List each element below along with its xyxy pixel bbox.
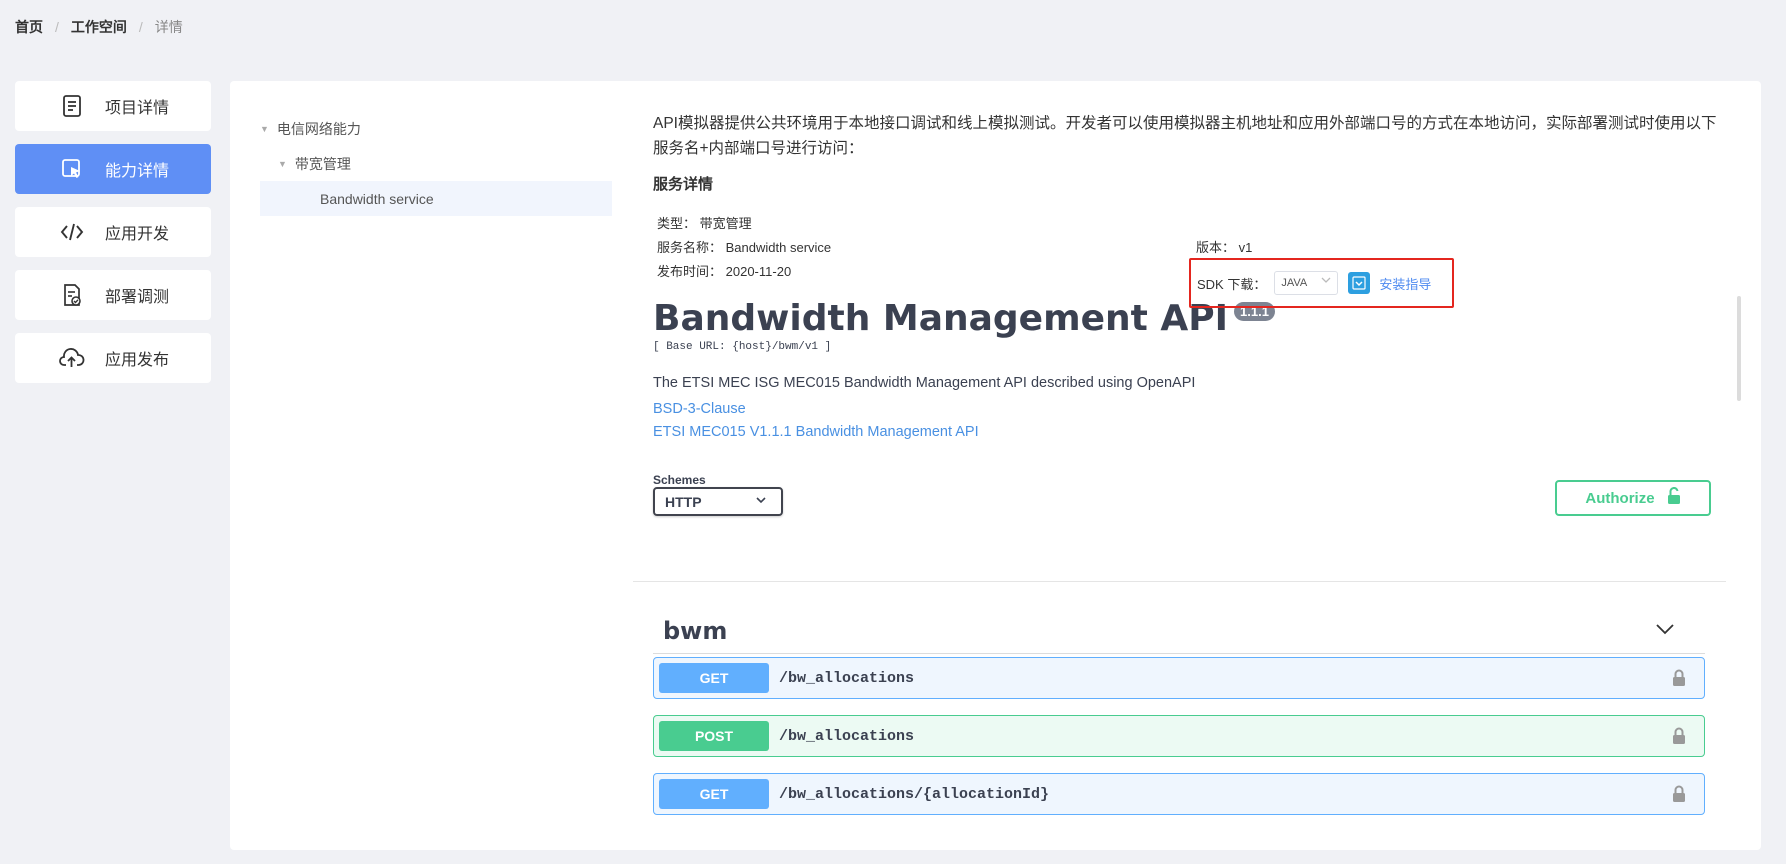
chevron-down-icon [1321, 276, 1331, 287]
caret-down-icon[interactable]: ▼ [260, 124, 269, 134]
service-details: 类型： 带宽管理 服务名称： Bandwidth service 发布时间： 2… [653, 213, 1723, 308]
lock-icon[interactable] [1672, 785, 1686, 808]
code-icon [59, 219, 85, 245]
section-divider [633, 581, 1726, 582]
api-description: The ETSI MEC ISG MEC015 Bandwidth Manage… [653, 375, 1196, 391]
cloud-upload-icon [59, 345, 85, 371]
nav-item-capability-details[interactable]: 能力详情 [15, 144, 211, 194]
service-date-value: 2020-11-20 [725, 264, 792, 279]
service-type-value: 带宽管理 [699, 216, 752, 231]
service-content: API模拟器提供公共环境用于本地接口调试和线上模拟测试。开发者可以使用模拟器主机… [653, 111, 1723, 533]
clipboard-check-icon [59, 282, 85, 308]
tree-node-label: Bandwidth service [320, 190, 434, 207]
install-guide-link[interactable]: 安装指导 [1379, 274, 1431, 293]
service-type-label: 类型： [657, 216, 697, 231]
cursor-click-icon [59, 156, 85, 182]
chevron-down-icon[interactable] [1655, 622, 1675, 640]
sdk-language-select[interactable]: JAVA [1274, 271, 1339, 295]
tag-header-bwm[interactable]: bwm [653, 608, 1705, 654]
breadcrumb-separator: / [138, 19, 143, 35]
authorize-button[interactable]: Authorize [1555, 480, 1711, 516]
service-type: 类型： 带宽管理 [657, 213, 752, 232]
download-box-icon[interactable] [1348, 272, 1371, 294]
nav-item-app-development[interactable]: 应用开发 [15, 207, 211, 257]
service-version-label: 版本： [1196, 240, 1236, 255]
intro-text: API模拟器提供公共环境用于本地接口调试和线上模拟测试。开发者可以使用模拟器主机… [653, 115, 1717, 157]
schemes-value: HTTP [665, 493, 702, 510]
breadcrumb-workspace[interactable]: 工作空间 [71, 17, 127, 37]
api-title: Bandwidth Management API 1.1.1 [653, 298, 1723, 339]
left-nav: 项目详情 能力详情 应用开发 部署调测 应用发布 [15, 81, 211, 396]
breadcrumb-home[interactable]: 首页 [15, 17, 43, 37]
nav-label: 能力详情 [105, 163, 170, 180]
chevron-down-icon [755, 494, 767, 508]
schemes-select[interactable]: HTTP [653, 487, 783, 516]
breadcrumb-current: 详情 [154, 19, 183, 35]
nav-item-deploy-debug[interactable]: 部署调测 [15, 270, 211, 320]
tree-node-label: 带宽管理 [294, 155, 351, 172]
authorize-label: Authorize [1585, 489, 1655, 507]
sdk-download-highlight: SDK 下载： JAVA 安装指导 [1189, 258, 1454, 308]
operation-path: /bw_allocations [779, 669, 915, 687]
nav-label: 应用开发 [105, 226, 170, 243]
service-name-value: Bandwidth service [725, 240, 832, 255]
operation-path: /bw_allocations [779, 727, 915, 745]
nav-item-project-details[interactable]: 项目详情 [15, 81, 211, 131]
tag-name: bwm [663, 616, 728, 645]
operation-get-bw-allocations[interactable]: GET /bw_allocations [653, 657, 1705, 699]
service-name: 服务名称： Bandwidth service [657, 237, 831, 256]
schemes-row: Schemes HTTP Authorize [653, 473, 1723, 533]
nav-label: 部署调测 [105, 289, 170, 306]
service-name-label: 服务名称： [657, 240, 723, 255]
lock-icon[interactable] [1672, 727, 1686, 750]
tree-node-label: 电信网络能力 [276, 120, 361, 137]
service-version-value: v1 [1238, 240, 1253, 255]
license-link[interactable]: BSD-3-Clause [653, 401, 1723, 417]
operation-path: /bw_allocations/{allocationId} [779, 785, 1050, 803]
tree-node-root[interactable]: ▼ 电信网络能力 [260, 111, 612, 146]
sdk-download-label: SDK 下载： [1197, 276, 1267, 292]
service-date: 发布时间： 2020-11-20 [657, 261, 791, 280]
sdk-language-value: JAVA [1281, 277, 1308, 289]
breadcrumb-separator: / [55, 19, 59, 35]
breadcrumb: 首页 / 工作空间 / 详情 [15, 17, 183, 37]
capability-tree: ▼ 电信网络能力 ▼ 带宽管理 Bandwidth service [260, 111, 612, 216]
lock-icon[interactable] [1672, 669, 1686, 692]
http-method-badge: GET [659, 663, 769, 693]
main-card: ▼ 电信网络能力 ▼ 带宽管理 Bandwidth service API模拟器… [230, 81, 1761, 850]
caret-down-icon[interactable]: ▼ [278, 159, 287, 169]
service-date-label: 发布时间： [657, 264, 723, 279]
tree-node-leaf[interactable]: Bandwidth service [260, 181, 612, 216]
document-icon [59, 93, 85, 119]
unlock-icon [1667, 487, 1681, 509]
http-method-badge: GET [659, 779, 769, 809]
tree-node-group[interactable]: ▼ 带宽管理 [260, 146, 612, 181]
nav-label: 应用发布 [105, 352, 170, 369]
operation-get-bw-allocation-by-id[interactable]: GET /bw_allocations/{allocationId} [653, 773, 1705, 815]
scrollbar-thumb[interactable] [1737, 296, 1741, 401]
operation-post-bw-allocations[interactable]: POST /bw_allocations [653, 715, 1705, 757]
nav-item-app-release[interactable]: 应用发布 [15, 333, 211, 383]
service-version: 版本： v1 [1196, 237, 1252, 256]
service-details-title: 服务详情 [653, 176, 714, 193]
external-docs-link[interactable]: ETSI MEC015 V1.1.1 Bandwidth Management … [653, 424, 1723, 440]
http-method-badge: POST [659, 721, 769, 751]
nav-label: 项目详情 [105, 100, 170, 117]
base-url: [ Base URL: {host}/bwm/v1 ] [653, 341, 832, 353]
api-title-text: Bandwidth Management API [653, 298, 1229, 339]
